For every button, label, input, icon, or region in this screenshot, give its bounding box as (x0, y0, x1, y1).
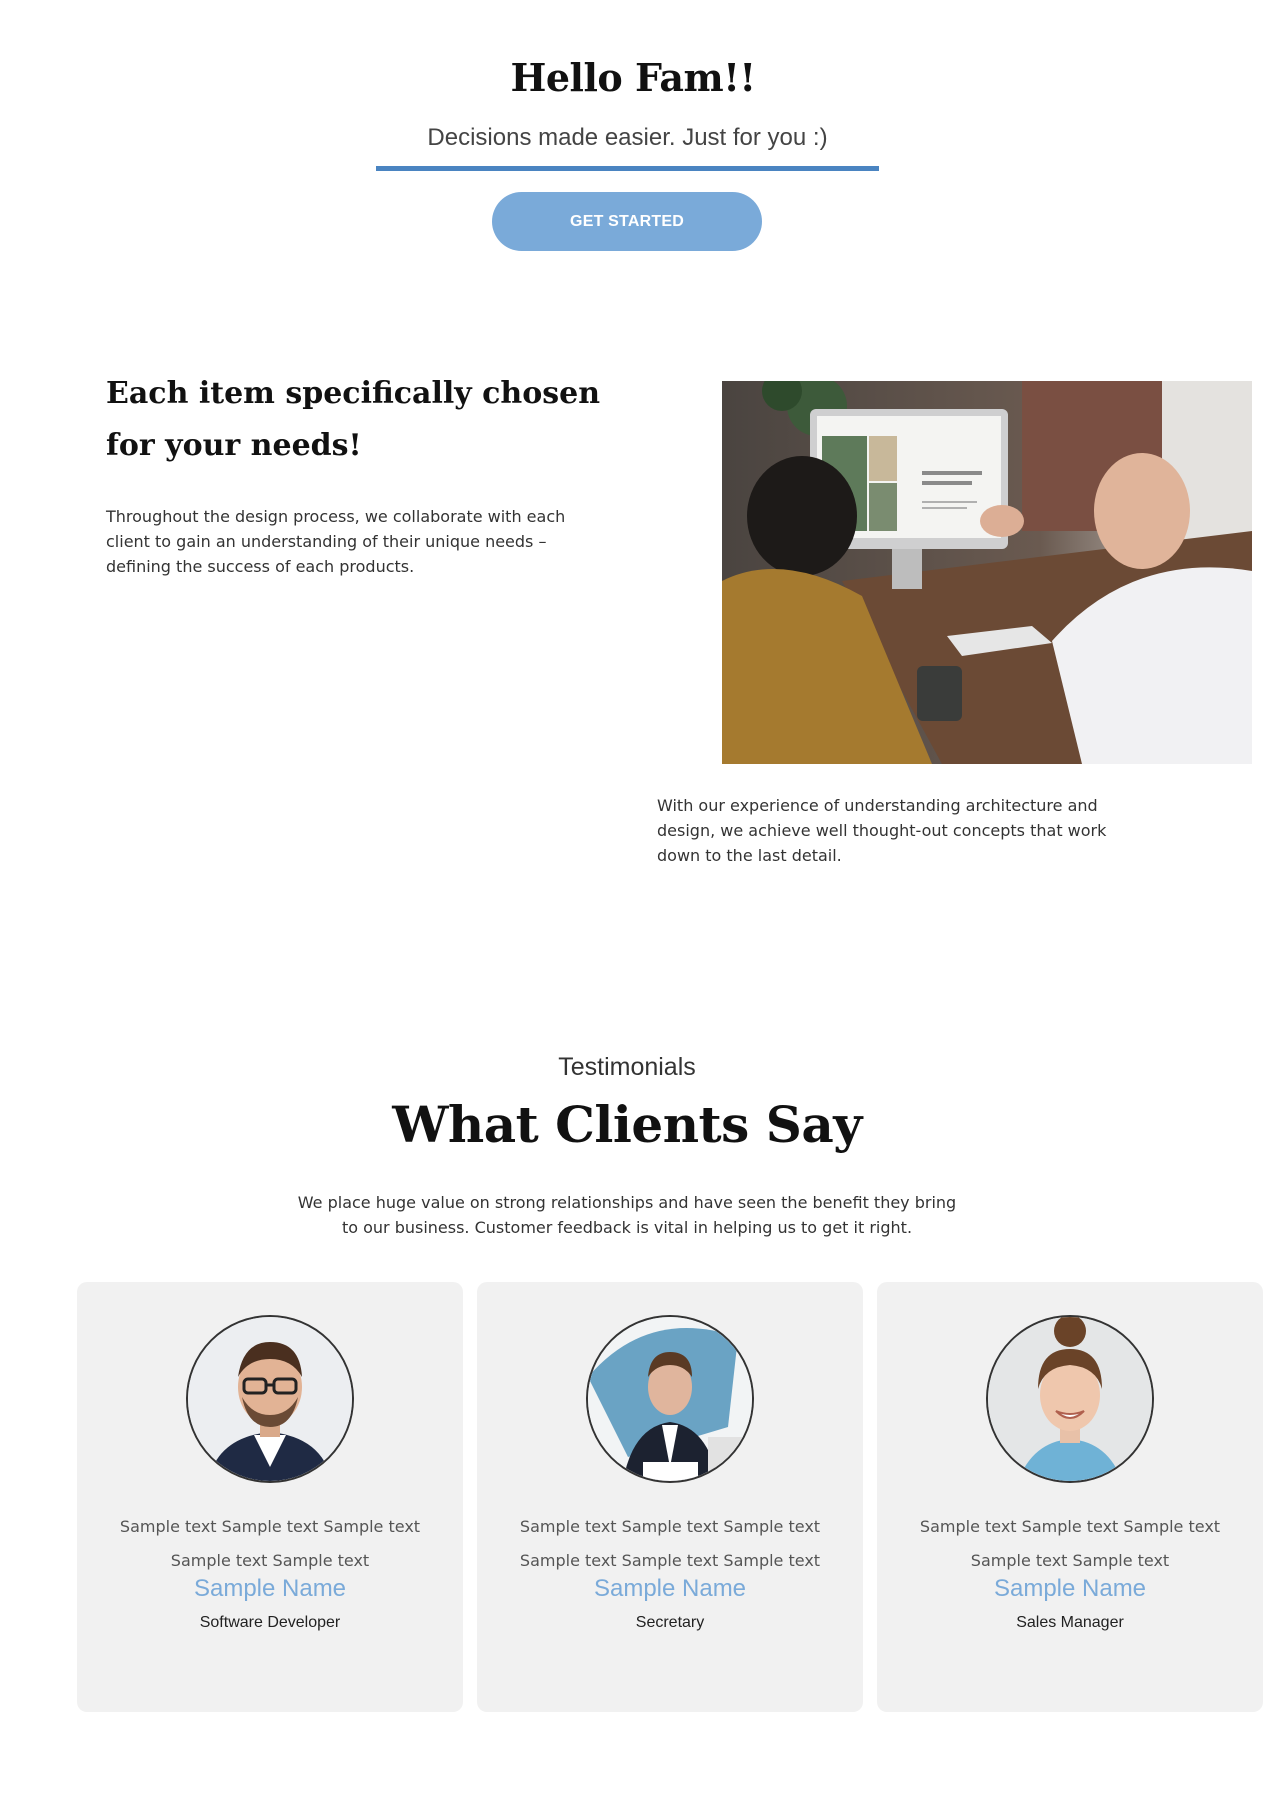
hero-underline (376, 166, 879, 171)
testimonial-card: Sample text Sample text Sample text Samp… (877, 1282, 1263, 1712)
testimonial-role: Secretary (635, 1614, 705, 1631)
hero-subtitle: Decisions made easier. Just for you :) (427, 124, 828, 151)
testimonial-card: Sample text Sample text Sample text Samp… (477, 1282, 863, 1712)
feature-text: Throughout the design process, we collab… (106, 507, 566, 576)
testimonial-name: Sample Name (593, 1575, 747, 1602)
smiling-woman-avatar (986, 1315, 1154, 1483)
testimonial-quote: Sample text Sample text Sample text Samp… (119, 1517, 421, 1570)
get-started-button[interactable]: GET STARTED (492, 192, 762, 251)
testimonial-name: Sample Name (993, 1575, 1147, 1602)
feature-text-secondary: With our experience of understanding arc… (657, 796, 1107, 865)
feature-heading: Each item specifically chosen for your n… (106, 376, 601, 463)
testimonials-eyebrow: Testimonials (558, 1053, 696, 1081)
testimonial-role: Sales Manager (1016, 1614, 1124, 1631)
testimonial-name: Sample Name (193, 1575, 347, 1602)
testimonial-card: Sample text Sample text Sample text Samp… (77, 1282, 463, 1712)
testimonial-quote: Sample text Sample text Sample text Samp… (519, 1517, 821, 1570)
hero-title: Hello Fam!! (510, 55, 756, 100)
testimonial-role: Software Developer (199, 1614, 341, 1631)
testimonials-intro: We place huge value on strong relationsh… (297, 1193, 957, 1237)
man-in-suit-avatar (586, 1315, 754, 1483)
office-meeting-photo (722, 381, 1252, 764)
man-with-glasses-avatar (186, 1315, 354, 1483)
testimonials-title: What Clients Say (392, 1095, 862, 1154)
testimonial-quote: Sample text Sample text Sample text Samp… (919, 1517, 1221, 1570)
